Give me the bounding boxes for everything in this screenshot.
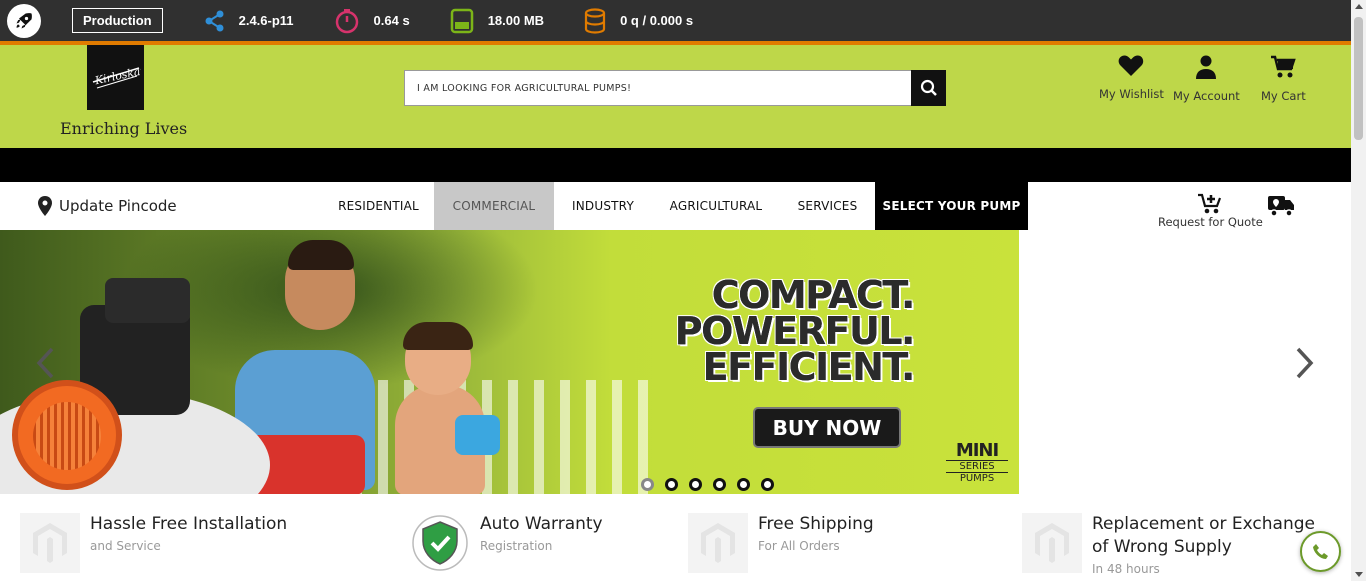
banner-pump-top: [105, 278, 190, 323]
share-icon: [205, 10, 224, 31]
carousel-dot-5[interactable]: [737, 478, 750, 491]
database-icon: [584, 7, 606, 34]
feature-title: Auto Warranty: [480, 514, 603, 534]
feature-shipping: Free Shipping For All Orders: [688, 513, 874, 573]
feature-title: Hassle Free Installation: [90, 514, 288, 534]
memory-item[interactable]: 18.00 MB: [450, 8, 544, 34]
cart-plus-icon: [1198, 193, 1222, 214]
magento-placeholder-icon: [688, 513, 748, 573]
feature-subtitle: In 48 hours: [1092, 562, 1160, 576]
queries-item[interactable]: 0 q / 0.000 s: [584, 7, 694, 34]
feature-subtitle: Registration: [480, 539, 553, 553]
feature-strip: Hassle Free Installation and Service Aut…: [0, 495, 1351, 581]
feature-title: Free Shipping: [758, 514, 874, 534]
carousel-dot-2[interactable]: [665, 478, 678, 491]
carousel-prev-button[interactable]: [34, 346, 56, 385]
magento-placeholder-icon: [1022, 513, 1082, 573]
carousel-dot-3[interactable]: [689, 478, 702, 491]
heart-icon: [1119, 55, 1144, 76]
search-button[interactable]: [911, 70, 946, 106]
mini-series-logo: MINI SERIES PUMPS: [946, 442, 1008, 484]
time-item[interactable]: 0.64 s: [334, 8, 410, 34]
truck-tracking-icon[interactable]: [1267, 192, 1295, 223]
environment-badge: Production: [72, 8, 163, 33]
carousel-dot-1[interactable]: [641, 478, 654, 491]
stopwatch-icon: [335, 8, 358, 33]
search-icon: [920, 79, 937, 96]
rocket-icon[interactable]: [7, 3, 41, 38]
carousel-dot-6[interactable]: [761, 478, 774, 491]
banner-headline: COMPACT. POWERFUL. EFFICIENT.: [644, 273, 916, 389]
carousel-dots: [641, 478, 774, 491]
debug-toolbar: Production 2.4.6-p11 0.64 s 18.00 MB 0 q…: [0, 0, 1351, 41]
banner-man-hair: [288, 240, 354, 270]
headline-line-2: POWERFUL.: [674, 309, 916, 353]
nav-select-your-pump[interactable]: SELECT YOUR PUMP: [875, 182, 1028, 230]
nav-services[interactable]: SERVICES: [780, 182, 875, 230]
chevron-left-icon: [36, 347, 54, 379]
mini-series-logo-line-3: PUMPS: [946, 472, 1008, 484]
version-text: 2.4.6-p11: [238, 13, 294, 28]
account-link[interactable]: My Account: [1173, 55, 1240, 103]
banner-water-gun: [455, 415, 500, 455]
wishlist-link[interactable]: My Wishlist: [1099, 55, 1164, 101]
shield-check-icon: [410, 513, 470, 573]
search-input[interactable]: [405, 71, 905, 105]
banner-pump-grill: [33, 402, 101, 470]
magento-placeholder-icon: [20, 513, 80, 573]
pincode-label: Update Pincode: [59, 197, 177, 215]
site-logo[interactable]: Kirloskar: [87, 45, 144, 110]
scrollbar-thumb[interactable]: [1354, 17, 1363, 140]
carousel-next-button[interactable]: [1294, 346, 1316, 385]
cart-label: My Cart: [1261, 89, 1306, 103]
cart-icon: [1271, 55, 1297, 78]
feature-replacement: Replacement or Exchange of Wrong Supply …: [1022, 513, 1322, 579]
call-button[interactable]: [1300, 531, 1341, 572]
carousel-dot-4[interactable]: [713, 478, 726, 491]
version-item[interactable]: 2.4.6-p11: [205, 10, 294, 32]
feature-installation: Hassle Free Installation and Service: [20, 513, 287, 573]
search-bar: [404, 70, 946, 106]
map-pin-icon: [38, 196, 52, 216]
memory-text: 18.00 MB: [487, 13, 545, 28]
request-quote-link[interactable]: Request for Quote: [1158, 193, 1263, 229]
mini-series-logo-line-1: MINI: [955, 440, 999, 461]
header-band: [0, 148, 1351, 182]
scroll-down-icon[interactable]: [1355, 572, 1363, 577]
feature-subtitle: For All Orders: [758, 539, 840, 553]
page: Production 2.4.6-p11 0.64 s 18.00 MB 0 q…: [0, 0, 1366, 581]
phone-icon: [1312, 543, 1328, 559]
feature-subtitle: and Service: [90, 539, 161, 553]
scroll-up-icon[interactable]: [1355, 4, 1363, 9]
buy-now-button[interactable]: BUY NOW: [753, 407, 901, 448]
headline-line-3: EFFICIENT.: [702, 345, 916, 389]
nav-residential[interactable]: RESIDENTIAL: [323, 182, 434, 230]
chevron-right-icon: [1296, 347, 1314, 379]
hero-banner[interactable]: COMPACT. POWERFUL. EFFICIENT. BUY NOW MI…: [0, 230, 1019, 494]
svg-text:Kirloskar: Kirloskar: [92, 63, 140, 87]
request-quote-label: Request for Quote: [1158, 215, 1263, 229]
nav-agricultural[interactable]: AGRICULTURAL: [652, 182, 780, 230]
logo-tagline: Enriching Lives: [60, 119, 188, 138]
update-pincode-link[interactable]: Update Pincode: [38, 196, 177, 216]
feature-warranty: Auto Warranty Registration: [410, 513, 603, 573]
headline-line-1: COMPACT.: [711, 273, 916, 317]
banner-child-hair: [403, 322, 473, 350]
memory-icon: [450, 8, 473, 33]
page-scrollbar[interactable]: [1351, 0, 1366, 581]
nav-commercial[interactable]: COMMERCIAL: [434, 182, 554, 230]
feature-title: Replacement or Exchange of Wrong Supply: [1092, 514, 1315, 557]
wishlist-label: My Wishlist: [1099, 87, 1164, 101]
nav-industry[interactable]: INDUSTRY: [554, 182, 652, 230]
account-label: My Account: [1173, 89, 1240, 103]
user-icon: [1196, 55, 1217, 79]
time-text: 0.64 s: [373, 13, 410, 28]
queries-text: 0 q / 0.000 s: [620, 13, 694, 28]
category-menu: RESIDENTIAL COMMERCIAL INDUSTRY AGRICULT…: [323, 182, 1028, 230]
site-header: Kirloskar Enriching Lives My Wishlist My…: [0, 45, 1351, 148]
main-nav: Update Pincode RESIDENTIAL COMMERCIAL IN…: [0, 182, 1351, 230]
cart-link[interactable]: My Cart: [1261, 55, 1306, 103]
mini-series-logo-line-2: SERIES: [946, 460, 1008, 472]
